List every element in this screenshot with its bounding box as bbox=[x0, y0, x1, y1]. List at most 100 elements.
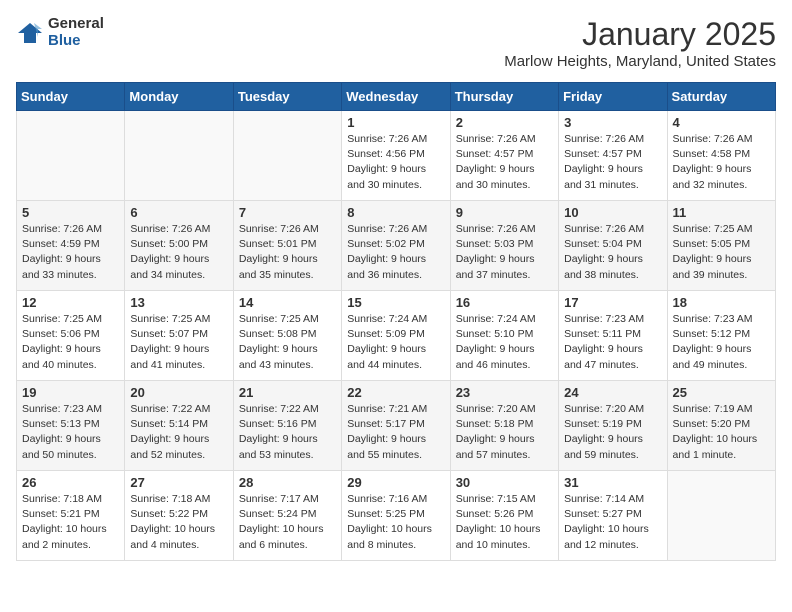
location-title: Marlow Heights, Maryland, United States bbox=[504, 53, 776, 70]
day-number: 8 bbox=[347, 205, 444, 220]
day-info: Sunrise: 7:26 AM Sunset: 5:02 PM Dayligh… bbox=[347, 222, 444, 283]
day-info: Sunrise: 7:22 AM Sunset: 5:14 PM Dayligh… bbox=[130, 402, 227, 463]
day-number: 25 bbox=[673, 385, 770, 400]
day-number: 10 bbox=[564, 205, 661, 220]
day-number: 22 bbox=[347, 385, 444, 400]
day-cell: 25 Sunrise: 7:19 AM Sunset: 5:20 PM Dayli… bbox=[667, 381, 775, 471]
day-cell: 15Sunrise: 7:24 AM Sunset: 5:09 PM Dayli… bbox=[342, 291, 450, 381]
day-number: 29 bbox=[347, 475, 444, 490]
day-number: 11 bbox=[673, 205, 770, 220]
day-number: 5 bbox=[22, 205, 119, 220]
day-cell: 13Sunrise: 7:25 AM Sunset: 5:07 PM Dayli… bbox=[125, 291, 233, 381]
day-cell: 28 Sunrise: 7:17 AM Sunset: 5:24 PM Dayli… bbox=[233, 471, 341, 561]
day-number: 24 bbox=[564, 385, 661, 400]
week-row-2: 5 Sunrise: 7:26 AM Sunset: 4:59 PM Daylig… bbox=[17, 201, 776, 291]
day-number: 2 bbox=[456, 115, 553, 130]
day-info: Sunrise: 7:26 AM Sunset: 4:59 PM Dayligh… bbox=[22, 222, 119, 283]
day-cell: 21 Sunrise: 7:22 AM Sunset: 5:16 PM Dayli… bbox=[233, 381, 341, 471]
day-info: Sunrise: 7:25 AM Sunset: 5:08 PM Dayligh… bbox=[239, 312, 336, 373]
day-info: Sunrise: 7:16 AM Sunset: 5:25 PM Dayligh… bbox=[347, 492, 444, 553]
day-number: 21 bbox=[239, 385, 336, 400]
day-cell: 11 Sunrise: 7:25 AM Sunset: 5:05 PM Dayli… bbox=[667, 201, 775, 291]
day-cell: 22Sunrise: 7:21 AM Sunset: 5:17 PM Dayli… bbox=[342, 381, 450, 471]
day-number: 17 bbox=[564, 295, 661, 310]
day-cell bbox=[17, 111, 125, 201]
day-info: Sunrise: 7:23 AM Sunset: 5:13 PM Dayligh… bbox=[22, 402, 119, 463]
day-info: Sunrise: 7:26 AM Sunset: 5:03 PM Dayligh… bbox=[456, 222, 553, 283]
day-info: Sunrise: 7:26 AM Sunset: 5:04 PM Dayligh… bbox=[564, 222, 661, 283]
logo: General Blue bbox=[16, 16, 104, 49]
day-info: Sunrise: 7:20 AM Sunset: 5:18 PM Dayligh… bbox=[456, 402, 553, 463]
day-cell: 19 Sunrise: 7:23 AM Sunset: 5:13 PM Dayli… bbox=[17, 381, 125, 471]
weekday-header-friday: Friday bbox=[559, 83, 667, 111]
day-cell: 10 Sunrise: 7:26 AM Sunset: 5:04 PM Dayli… bbox=[559, 201, 667, 291]
day-number: 19 bbox=[22, 385, 119, 400]
weekday-header-row: SundayMondayTuesdayWednesdayThursdayFrid… bbox=[17, 83, 776, 111]
day-info: Sunrise: 7:22 AM Sunset: 5:16 PM Dayligh… bbox=[239, 402, 336, 463]
day-cell: 8 Sunrise: 7:26 AM Sunset: 5:02 PM Daylig… bbox=[342, 201, 450, 291]
day-info: Sunrise: 7:18 AM Sunset: 5:22 PM Dayligh… bbox=[130, 492, 227, 553]
title-block: January 2025 Marlow Heights, Maryland, U… bbox=[504, 16, 776, 70]
day-cell: 2 Sunrise: 7:26 AM Sunset: 4:57 PM Daylig… bbox=[450, 111, 558, 201]
page-header: General Blue January 2025 Marlow Heights… bbox=[16, 16, 776, 70]
weekday-header-thursday: Thursday bbox=[450, 83, 558, 111]
weekday-header-sunday: Sunday bbox=[17, 83, 125, 111]
day-info: Sunrise: 7:23 AM Sunset: 5:12 PM Dayligh… bbox=[673, 312, 770, 373]
day-cell: 30Sunrise: 7:15 AM Sunset: 5:26 PM Dayli… bbox=[450, 471, 558, 561]
day-cell: 4Sunrise: 7:26 AM Sunset: 4:58 PM Daylig… bbox=[667, 111, 775, 201]
day-info: Sunrise: 7:26 AM Sunset: 4:56 PM Dayligh… bbox=[347, 132, 444, 193]
day-cell: 16 Sunrise: 7:24 AM Sunset: 5:10 PM Dayli… bbox=[450, 291, 558, 381]
day-number: 1 bbox=[347, 115, 444, 130]
day-info: Sunrise: 7:25 AM Sunset: 5:07 PM Dayligh… bbox=[130, 312, 227, 373]
day-info: Sunrise: 7:26 AM Sunset: 4:57 PM Dayligh… bbox=[564, 132, 661, 193]
day-number: 4 bbox=[673, 115, 770, 130]
day-info: Sunrise: 7:25 AM Sunset: 5:05 PM Dayligh… bbox=[673, 222, 770, 283]
week-row-3: 12 Sunrise: 7:25 AM Sunset: 5:06 PM Dayli… bbox=[17, 291, 776, 381]
week-row-1: 1 Sunrise: 7:26 AM Sunset: 4:56 PM Daylig… bbox=[17, 111, 776, 201]
day-cell: 17 Sunrise: 7:23 AM Sunset: 5:11 PM Dayli… bbox=[559, 291, 667, 381]
day-cell: 26 Sunrise: 7:18 AM Sunset: 5:21 PM Dayli… bbox=[17, 471, 125, 561]
day-number: 9 bbox=[456, 205, 553, 220]
day-info: Sunrise: 7:17 AM Sunset: 5:24 PM Dayligh… bbox=[239, 492, 336, 553]
week-row-4: 19 Sunrise: 7:23 AM Sunset: 5:13 PM Dayli… bbox=[17, 381, 776, 471]
day-number: 27 bbox=[130, 475, 227, 490]
day-number: 16 bbox=[456, 295, 553, 310]
day-cell: 7Sunrise: 7:26 AM Sunset: 5:01 PM Daylig… bbox=[233, 201, 341, 291]
day-info: Sunrise: 7:14 AM Sunset: 5:27 PM Dayligh… bbox=[564, 492, 661, 553]
day-cell: 24 Sunrise: 7:20 AM Sunset: 5:19 PM Dayli… bbox=[559, 381, 667, 471]
day-cell: 31 Sunrise: 7:14 AM Sunset: 5:27 PM Dayli… bbox=[559, 471, 667, 561]
logo-icon bbox=[16, 19, 44, 47]
day-cell: 3 Sunrise: 7:26 AM Sunset: 4:57 PM Daylig… bbox=[559, 111, 667, 201]
day-cell: 14Sunrise: 7:25 AM Sunset: 5:08 PM Dayli… bbox=[233, 291, 341, 381]
day-number: 26 bbox=[22, 475, 119, 490]
weekday-header-wednesday: Wednesday bbox=[342, 83, 450, 111]
day-cell: 1 Sunrise: 7:26 AM Sunset: 4:56 PM Daylig… bbox=[342, 111, 450, 201]
logo-general-text: General bbox=[48, 16, 104, 33]
day-number: 3 bbox=[564, 115, 661, 130]
day-cell: 18Sunrise: 7:23 AM Sunset: 5:12 PM Dayli… bbox=[667, 291, 775, 381]
day-info: Sunrise: 7:18 AM Sunset: 5:21 PM Dayligh… bbox=[22, 492, 119, 553]
day-number: 20 bbox=[130, 385, 227, 400]
day-cell bbox=[667, 471, 775, 561]
day-cell: 12 Sunrise: 7:25 AM Sunset: 5:06 PM Dayli… bbox=[17, 291, 125, 381]
day-number: 31 bbox=[564, 475, 661, 490]
day-cell bbox=[233, 111, 341, 201]
day-number: 12 bbox=[22, 295, 119, 310]
day-number: 23 bbox=[456, 385, 553, 400]
day-info: Sunrise: 7:24 AM Sunset: 5:10 PM Dayligh… bbox=[456, 312, 553, 373]
month-title: January 2025 bbox=[504, 16, 776, 53]
day-info: Sunrise: 7:26 AM Sunset: 5:00 PM Dayligh… bbox=[130, 222, 227, 283]
day-info: Sunrise: 7:23 AM Sunset: 5:11 PM Dayligh… bbox=[564, 312, 661, 373]
weekday-header-saturday: Saturday bbox=[667, 83, 775, 111]
day-info: Sunrise: 7:26 AM Sunset: 4:57 PM Dayligh… bbox=[456, 132, 553, 193]
day-cell: 6Sunrise: 7:26 AM Sunset: 5:00 PM Daylig… bbox=[125, 201, 233, 291]
day-info: Sunrise: 7:19 AM Sunset: 5:20 PM Dayligh… bbox=[673, 402, 770, 463]
day-cell: 20 Sunrise: 7:22 AM Sunset: 5:14 PM Dayli… bbox=[125, 381, 233, 471]
day-number: 30 bbox=[456, 475, 553, 490]
day-number: 28 bbox=[239, 475, 336, 490]
day-info: Sunrise: 7:20 AM Sunset: 5:19 PM Dayligh… bbox=[564, 402, 661, 463]
weekday-header-tuesday: Tuesday bbox=[233, 83, 341, 111]
calendar-table: SundayMondayTuesdayWednesdayThursdayFrid… bbox=[16, 82, 776, 561]
day-info: Sunrise: 7:25 AM Sunset: 5:06 PM Dayligh… bbox=[22, 312, 119, 373]
day-number: 7 bbox=[239, 205, 336, 220]
